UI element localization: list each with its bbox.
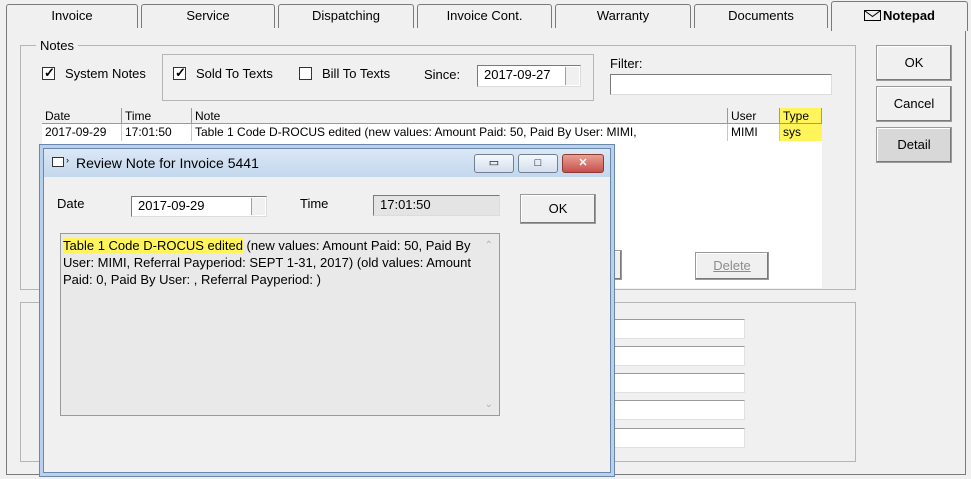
dialog-date-label: Date (57, 196, 85, 211)
date-dropdown-button[interactable] (251, 198, 265, 215)
envelope-icon (864, 10, 881, 21)
maximize-button[interactable]: □ (518, 154, 558, 173)
dialog-time-label: Time (300, 196, 329, 211)
checkmark-icon: ✓ (175, 65, 186, 80)
dialog-ok-label: OK (548, 201, 568, 216)
dialog-time-value: 17:01:50 (380, 197, 431, 212)
notes-group-title: Notes (36, 38, 78, 53)
tab-service[interactable]: Service (141, 4, 275, 28)
tab-dispatching[interactable]: Dispatching (278, 4, 414, 28)
bill-to-texts-checkbox[interactable] (299, 67, 312, 80)
header-type[interactable]: Type (780, 108, 822, 124)
since-label: Since: (424, 67, 461, 82)
delete-button-label: Delete (713, 258, 751, 273)
checkmark-icon: ✓ (44, 65, 55, 80)
minimize-icon: ▭ (488, 157, 500, 169)
close-icon: ✕ (578, 157, 588, 169)
tab-documents[interactable]: Documents (694, 4, 828, 28)
dialog-date-field[interactable]: 2017-09-29 (131, 196, 267, 217)
detail-field-3[interactable] (610, 373, 745, 393)
detail-button[interactable]: Detail (876, 127, 952, 163)
cell-date: 2017-09-29 (42, 124, 122, 141)
detail-button-label: Detail (897, 137, 931, 152)
tab-warranty-label: Warranty (596, 8, 650, 23)
header-date[interactable]: Date (42, 108, 122, 124)
filter-input[interactable] (610, 74, 832, 95)
close-button[interactable]: ✕ (562, 154, 604, 173)
minimize-button[interactable]: ▭ (474, 154, 514, 173)
bill-to-texts-label: Bill To Texts (322, 66, 391, 81)
tab-invoice-label: Invoice (51, 8, 93, 23)
ok-button-label: OK (904, 55, 924, 70)
date-dropdown-button[interactable] (565, 67, 579, 85)
dialog-date-value: 2017-09-29 (138, 198, 205, 213)
tab-documents-label: Documents (728, 8, 794, 23)
header-user[interactable]: User (728, 108, 780, 124)
dialog-titlebar[interactable]: › Review Note for Invoice 5441 ▭ □ ✕ (44, 149, 610, 177)
maximize-icon: □ (534, 157, 542, 169)
sold-to-texts-label: Sold To Texts (196, 66, 273, 81)
arrow-icon: › (66, 155, 69, 165)
cell-note: Table 1 Code D-ROCUS edited (new values:… (192, 124, 728, 141)
since-date-value: 2017-09-27 (484, 67, 551, 82)
scroll-up-icon[interactable]: ⌃ (485, 237, 493, 254)
cell-user: MIMI (728, 124, 780, 141)
cancel-button[interactable]: Cancel (876, 86, 952, 122)
dialog-title: Review Note for Invoice 5441 (76, 155, 259, 171)
tab-notepad-label: Notepad (883, 8, 935, 23)
review-note-dialog: › Review Note for Invoice 5441 ▭ □ ✕ Dat… (43, 148, 611, 473)
dialog-ok-button[interactable]: OK (520, 194, 596, 224)
note-highlighted-text: Table 1 Code D-ROCUS edited (63, 238, 243, 253)
filter-label: Filter: (610, 56, 643, 71)
since-date-field[interactable]: 2017-09-27 (477, 65, 581, 87)
header-time[interactable]: Time (122, 108, 192, 124)
detail-field-5[interactable] (610, 428, 745, 448)
ok-button[interactable]: OK (876, 45, 952, 81)
sold-to-texts-checkbox[interactable]: ✓ (173, 65, 186, 80)
delete-button[interactable]: Delete (695, 252, 769, 280)
tab-dispatching-label: Dispatching (312, 8, 380, 23)
tab-invoice-cont[interactable]: Invoice Cont. (417, 4, 552, 28)
window-icon (52, 157, 64, 167)
detail-field-1[interactable] (610, 319, 745, 339)
note-textarea[interactable]: Table 1 Code D-ROCUS edited (new values:… (60, 233, 500, 416)
tab-service-label: Service (186, 8, 230, 23)
tab-invoice-cont-label: Invoice Cont. (446, 8, 523, 23)
cell-type: sys (780, 124, 822, 141)
system-notes-checkbox[interactable]: ✓ (42, 65, 55, 80)
detail-field-4[interactable] (610, 400, 745, 420)
tab-invoice[interactable]: Invoice (6, 4, 138, 28)
tab-warranty[interactable]: Warranty (555, 4, 691, 28)
scroll-down-icon[interactable]: ⌄ (485, 396, 493, 413)
cancel-button-label: Cancel (893, 96, 935, 111)
system-notes-label: System Notes (65, 66, 146, 81)
header-note[interactable]: Note (192, 108, 728, 124)
tab-notepad[interactable]: Notepad (831, 1, 968, 31)
cell-time: 17:01:50 (122, 124, 192, 141)
detail-field-2[interactable] (610, 346, 745, 366)
dialog-time-field[interactable]: 17:01:50 (373, 195, 500, 216)
